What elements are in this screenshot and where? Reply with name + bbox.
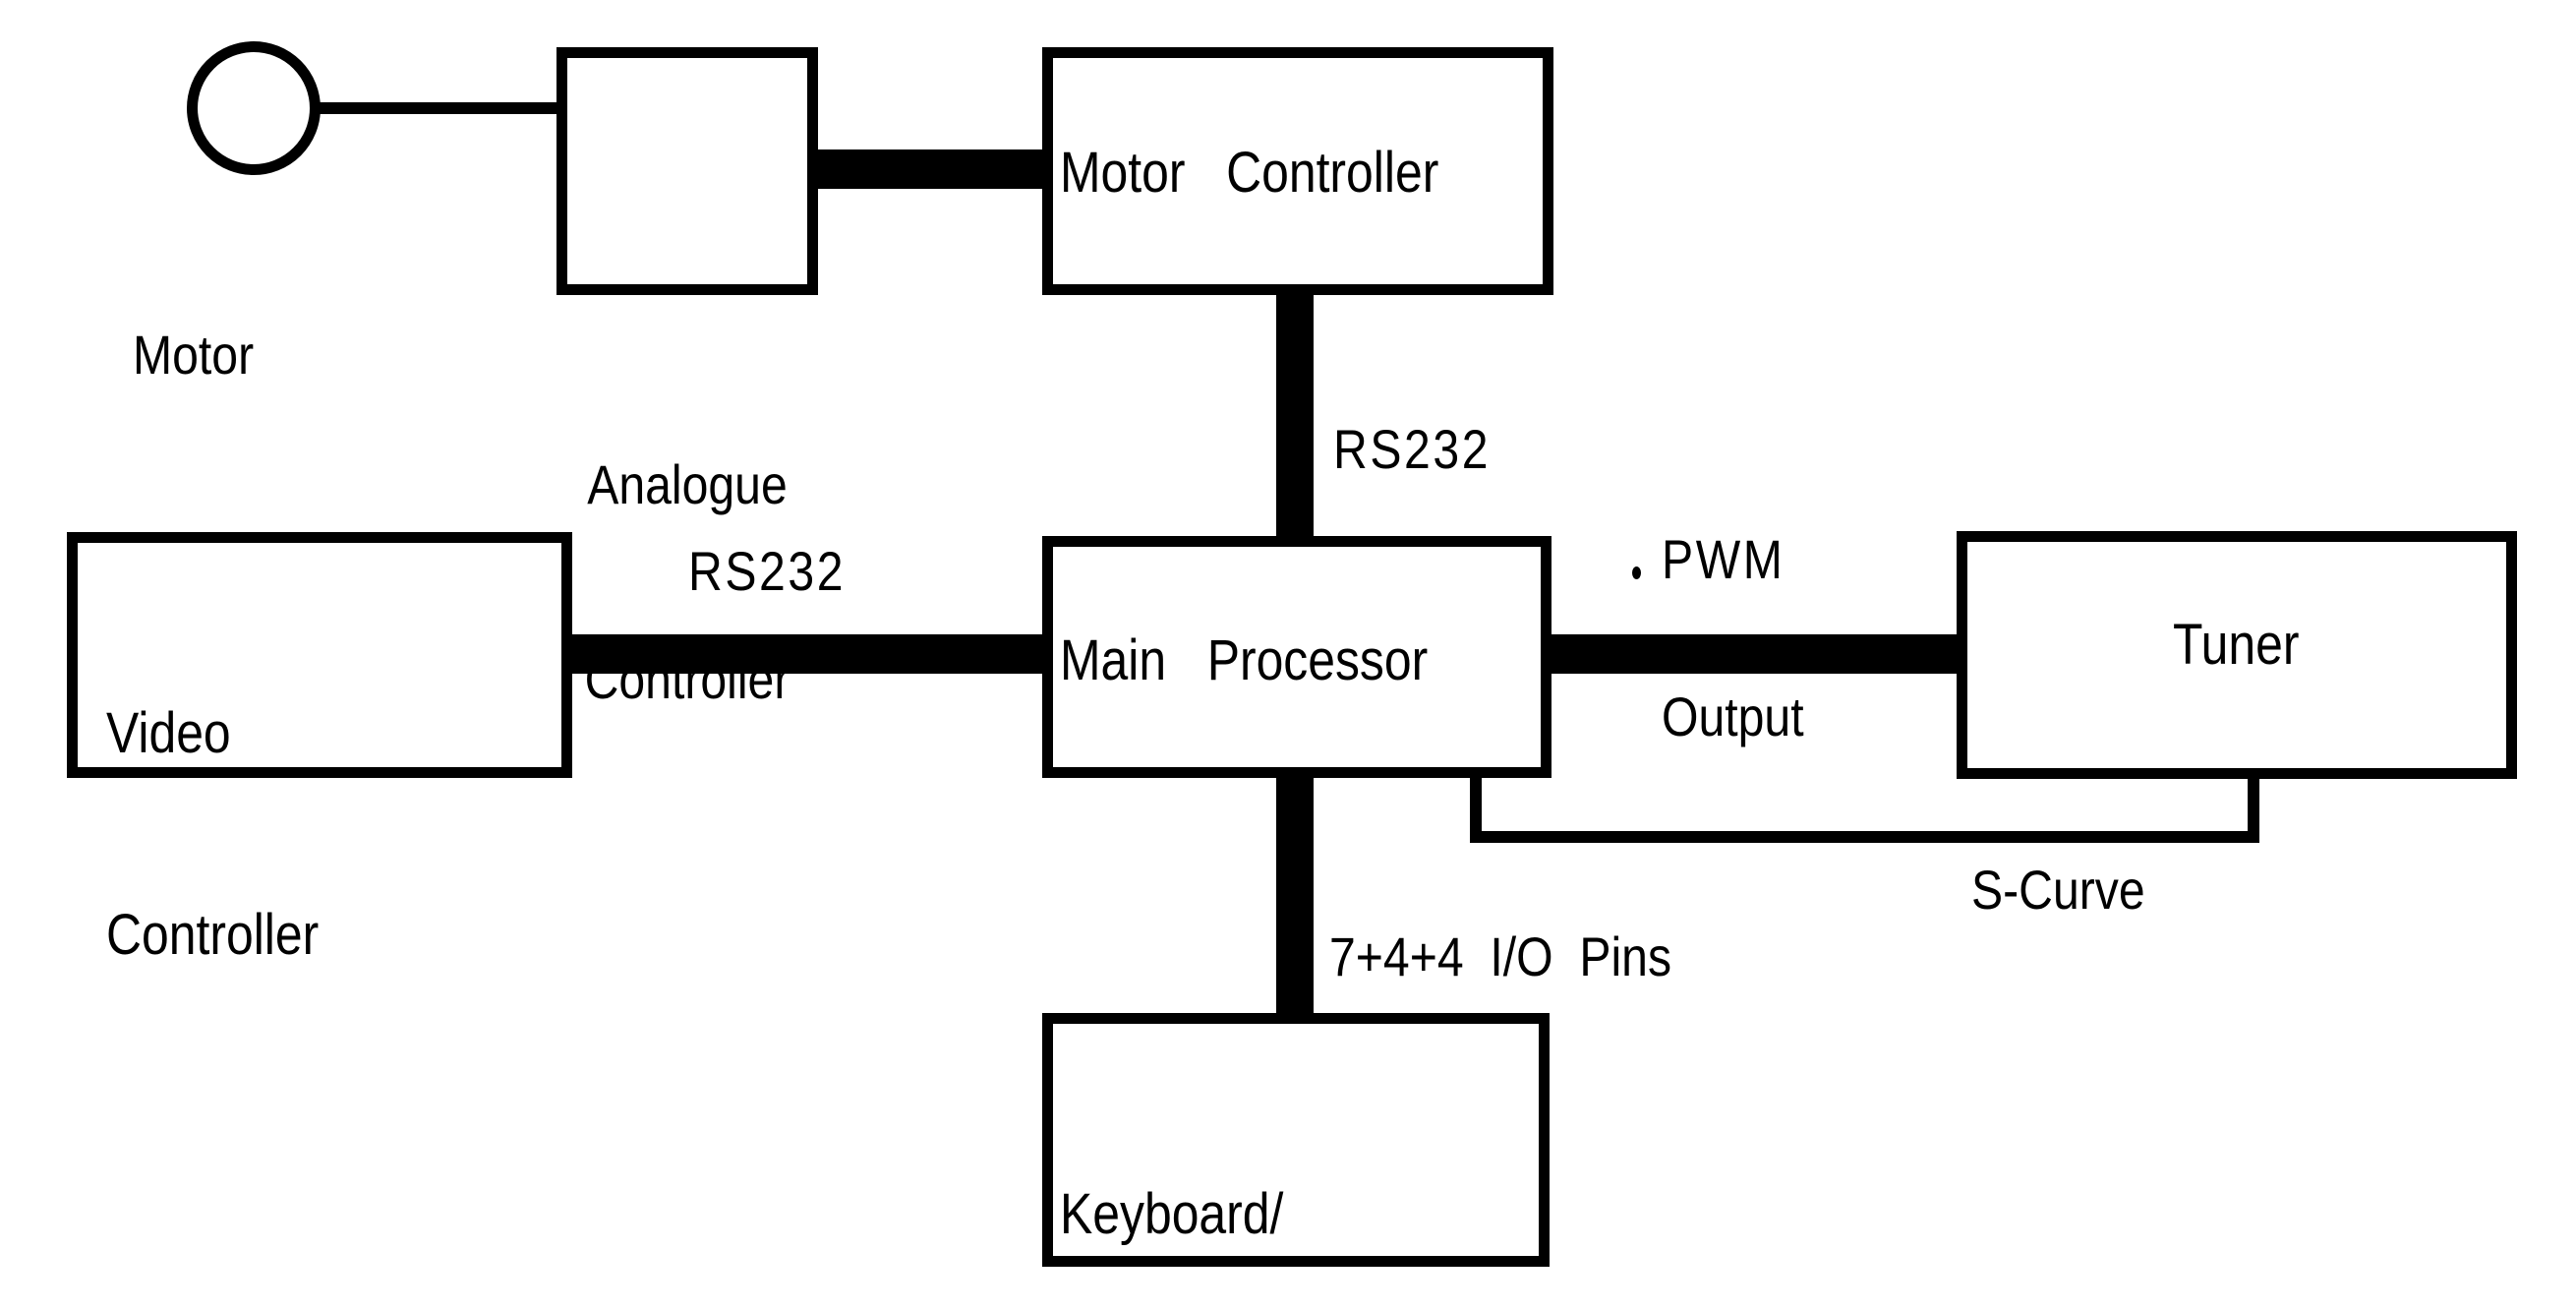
video-controller-label-line1: Video (106, 700, 231, 765)
s-curve-feedback-horizontal (1470, 831, 2259, 843)
pwm-label: PWM (1662, 528, 1786, 590)
block-diagram-canvas: Motor Analogue Controller Motor Controll… (0, 0, 2576, 1311)
output-label: Output (1662, 685, 1804, 747)
main-processor-to-keyboard-display-bus (1276, 773, 1314, 1017)
analogue-controller-label-line2: Controller (584, 648, 790, 711)
motor-to-analogue-shaft-line (315, 102, 562, 114)
tuner-label: Tuner (2173, 613, 2300, 677)
main-processor-to-tuner-bus (1544, 634, 1964, 674)
rs232-vertical-label: RS232 (1333, 418, 1492, 480)
motor-controller-label: Motor Controller (1060, 141, 1439, 205)
video-controller-label-line2: Controller (106, 903, 320, 968)
main-processor-label: Main Processor (1060, 628, 1429, 692)
motor-symbol-circle (187, 41, 321, 175)
video-controller-label: Video Controller (106, 566, 319, 1104)
pwm-ink-speck-icon (1632, 566, 1641, 579)
keyboard-display-label: Keyboard/ Display (1060, 1046, 1283, 1311)
motor-controller-to-main-processor-bus (1276, 290, 1314, 544)
io-pins-label: 7+4+4 I/O Pins (1329, 925, 1672, 987)
analogue-controller-label-line1: Analogue (587, 453, 788, 516)
s-curve-feedback-vertical-left (1470, 772, 1482, 843)
analogue-controller-box[interactable] (556, 47, 818, 295)
keyboard-display-label-line1: Keyboard/ (1060, 1181, 1284, 1246)
rs232-horizontal-label: RS232 (688, 540, 847, 602)
analogue-to-motor-controller-bus (806, 149, 1056, 189)
motor-label: Motor (133, 324, 255, 386)
s-curve-label: S-Curve (1971, 859, 2145, 921)
